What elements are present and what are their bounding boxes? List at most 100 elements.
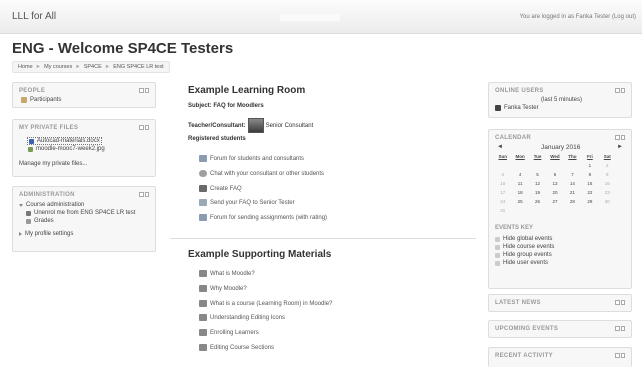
- calendar-day[interactable]: 12: [529, 181, 546, 186]
- calendar-month-title[interactable]: January 2016: [541, 144, 580, 151]
- hide-course-events-link[interactable]: Hide course events: [495, 244, 554, 250]
- administration-block: ADMINISTRATION Course administration Une…: [12, 186, 156, 252]
- teacher-name-link[interactable]: Senior Consultant: [266, 123, 314, 129]
- block-controls-icon[interactable]: [615, 88, 625, 93]
- activity-forum-students[interactable]: Forum for students and consultants: [199, 155, 304, 162]
- latest-news-block: LATEST NEWS: [488, 294, 632, 312]
- profile-settings-node[interactable]: My profile settings: [19, 231, 73, 237]
- calendar-next-month-icon[interactable]: ►: [617, 144, 623, 150]
- activity-send-faq[interactable]: Send your FAQ to Senior Tester: [199, 199, 295, 206]
- resource-item[interactable]: Editing Course Sections: [199, 344, 274, 351]
- block-controls-icon[interactable]: [139, 88, 149, 93]
- block-controls-icon[interactable]: [615, 135, 625, 140]
- calendar-day[interactable]: 19: [529, 190, 546, 195]
- calendar-day[interactable]: 20: [546, 190, 563, 195]
- calendar-day[interactable]: 17: [494, 190, 511, 195]
- calendar-day[interactable]: 28: [564, 199, 581, 204]
- calendar-block-title: CALENDAR: [495, 135, 532, 141]
- site-name-link[interactable]: LLL for All: [12, 11, 56, 22]
- block-controls-icon[interactable]: [615, 353, 625, 358]
- calendar-day[interactable]: 25: [511, 199, 528, 204]
- calendar-week-row: 10 11 12 13 14 15 16: [494, 179, 616, 188]
- calendar-day[interactable]: 1: [581, 163, 598, 168]
- calendar-day[interactable]: 7: [564, 172, 581, 177]
- weekday-wed: Wed: [550, 154, 560, 159]
- calendar-prev-month-icon[interactable]: ◄: [497, 144, 503, 150]
- calendar-day[interactable]: 27: [546, 199, 563, 204]
- caret-right-icon: [19, 232, 22, 236]
- activity-chat[interactable]: Chat with your consultant or other stude…: [199, 170, 324, 177]
- weekday-mon: Mon: [515, 154, 525, 159]
- event-course-icon: [495, 244, 500, 250]
- teacher-label: Teacher/Consultant:: [188, 122, 246, 129]
- calendar-day[interactable]: 26: [529, 199, 546, 204]
- block-controls-icon[interactable]: [139, 125, 149, 130]
- navbar-search-input[interactable]: [280, 14, 340, 21]
- calendar-day[interactable]: 6: [546, 172, 563, 177]
- breadcrumb-my-courses[interactable]: My courses: [44, 64, 72, 70]
- calendar-day[interactable]: 14: [564, 181, 581, 186]
- resource-item[interactable]: What is a course (Learning Room) in Mood…: [199, 300, 332, 307]
- block-controls-icon[interactable]: [139, 192, 149, 197]
- calendar-week-row: 31: [494, 206, 616, 215]
- weekday-sat: Sat: [603, 154, 611, 159]
- calendar-day[interactable]: 8: [581, 172, 598, 177]
- calendar-day[interactable]: 9: [599, 172, 616, 177]
- private-file-item[interactable]: Autocad-materials.docx: [27, 137, 102, 145]
- event-user-icon: [495, 260, 500, 266]
- grades-icon: [26, 218, 31, 224]
- word-file-icon: [29, 138, 34, 144]
- calendar-day[interactable]: 5: [529, 172, 546, 177]
- online-user-item[interactable]: Fanka Tester: [495, 105, 539, 111]
- calendar-day[interactable]: 13: [546, 181, 563, 186]
- breadcrumb-separator-icon: ►: [75, 64, 81, 70]
- calendar-day[interactable]: 23: [599, 190, 616, 195]
- block-controls-icon[interactable]: [615, 300, 625, 305]
- login-info[interactable]: You are logged in as Fanka Tester (Log o…: [520, 14, 636, 20]
- hide-group-events-link[interactable]: Hide group events: [495, 252, 552, 258]
- event-global-icon: [495, 236, 500, 242]
- section-2-title: Example Supporting Materials: [188, 249, 332, 260]
- calendar-day[interactable]: 16: [599, 181, 616, 186]
- section-divider: [170, 238, 476, 239]
- unenrol-link[interactable]: Unenrol me from ENG SP4CE LR test: [26, 210, 135, 216]
- calendar-day[interactable]: 18: [511, 190, 528, 195]
- breadcrumb-sp4ce[interactable]: SP4CE: [84, 64, 102, 70]
- calendar-day[interactable]: 30: [599, 199, 616, 204]
- resource-item[interactable]: What is Moodle?: [199, 270, 255, 277]
- breadcrumb-separator-icon: ►: [35, 64, 42, 70]
- breadcrumb-home[interactable]: Home: [18, 64, 33, 70]
- calendar-day[interactable]: 31: [494, 208, 511, 213]
- resource-item[interactable]: Understanding Editing Icons: [199, 314, 285, 321]
- glossary-icon: [199, 185, 207, 192]
- calendar-day[interactable]: 24: [494, 199, 511, 204]
- breadcrumb: Home ► My courses ► SP4CE ► ENG SP4CE LR…: [12, 61, 170, 73]
- calendar-day[interactable]: 15: [581, 181, 598, 186]
- navbar: LLL for All You are logged in as Fanka T…: [0, 0, 642, 34]
- calendar-day[interactable]: 11: [511, 181, 528, 186]
- teacher-avatar[interactable]: [247, 118, 264, 133]
- manage-private-files-link[interactable]: Manage my private files...: [19, 161, 87, 167]
- calendar-day[interactable]: 22: [581, 190, 598, 195]
- online-users-block-title: ONLINE USERS: [495, 88, 544, 94]
- activity-forum-assignments[interactable]: Forum for sending assignments (with rati…: [199, 214, 327, 221]
- grades-link[interactable]: Grades: [26, 218, 54, 224]
- private-file-item[interactable]: moodle-mooc7-week2.jpg: [28, 146, 105, 152]
- calendar-day[interactable]: 10: [494, 181, 511, 186]
- activity-create-faq[interactable]: Create FAQ: [199, 185, 242, 192]
- calendar-day[interactable]: 29: [581, 199, 598, 204]
- online-users-block: ONLINE USERS (last 5 minutes) Fanka Test…: [488, 82, 632, 118]
- participants-link[interactable]: Participants: [21, 97, 61, 103]
- calendar-day[interactable]: 21: [564, 190, 581, 195]
- resource-item[interactable]: Enrolling Learners: [199, 329, 259, 336]
- breadcrumb-course[interactable]: ENG SP4CE LR test: [113, 64, 163, 70]
- calendar-day[interactable]: 3: [494, 172, 511, 177]
- resource-item[interactable]: Why Moodle?: [199, 285, 247, 292]
- calendar-day[interactable]: 4: [511, 172, 528, 177]
- forum-icon: [199, 214, 207, 221]
- calendar-day[interactable]: 2: [599, 163, 616, 168]
- hide-global-events-link[interactable]: Hide global events: [495, 236, 552, 242]
- hide-user-events-link[interactable]: Hide user events: [495, 260, 548, 266]
- course-administration-node[interactable]: Course administration: [19, 202, 84, 208]
- block-controls-icon[interactable]: [615, 326, 625, 331]
